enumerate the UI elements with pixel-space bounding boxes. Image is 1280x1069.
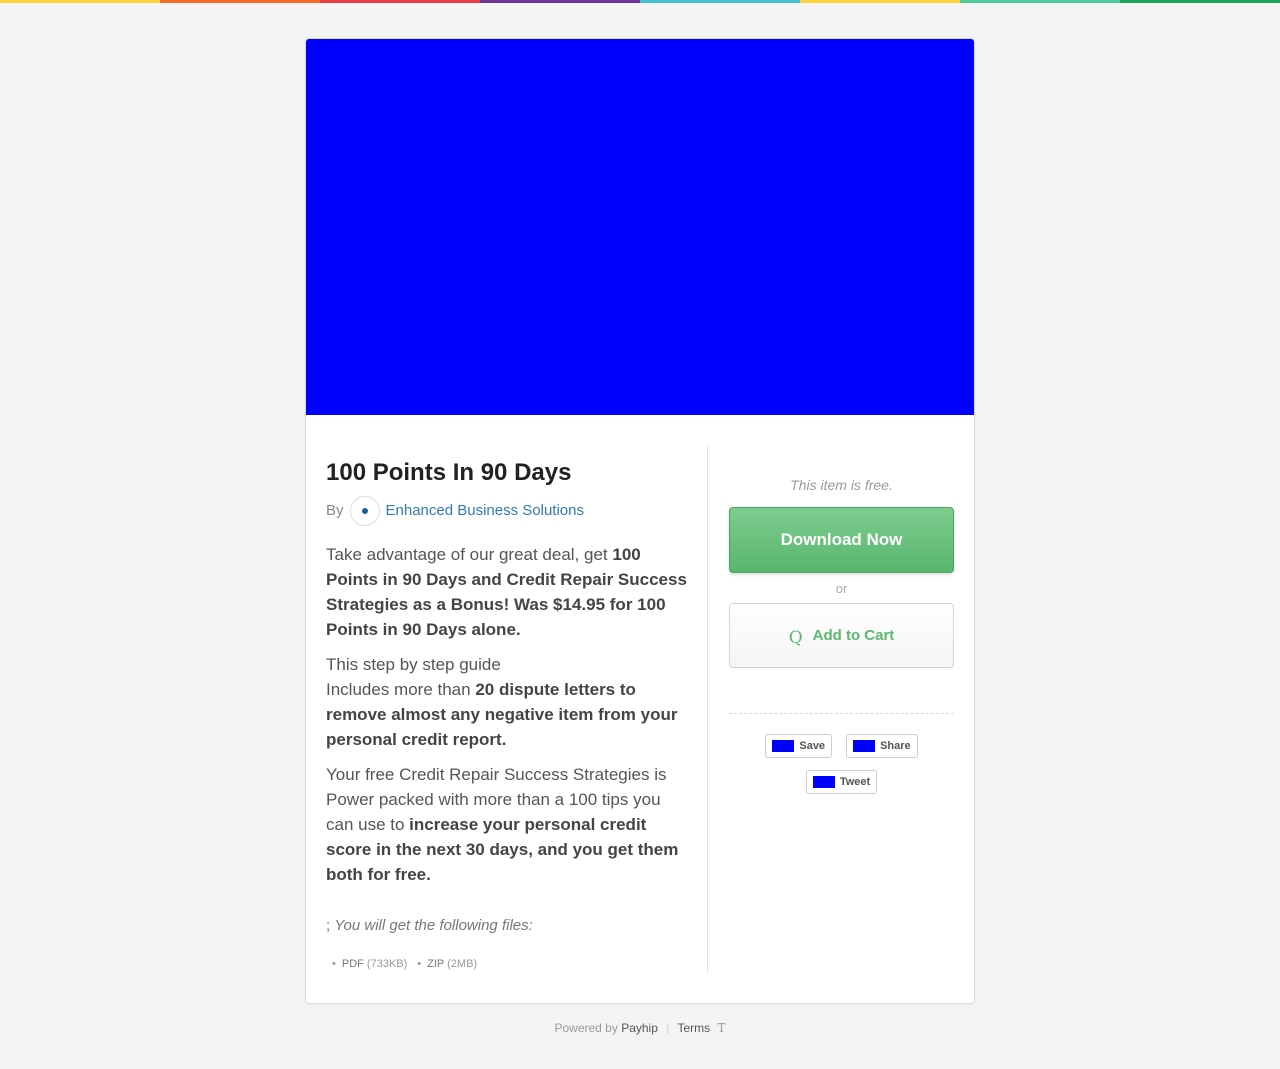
- color-strip-segment: [800, 0, 960, 3]
- description-paragraph: Your free Credit Repair Success Strategi…: [326, 762, 688, 887]
- social-buttons: Save Share Tweet: [729, 734, 954, 794]
- or-separator: or: [835, 581, 848, 596]
- files-intro-text: You will get the following files:: [334, 916, 533, 934]
- files-intro-prefix: ;: [326, 916, 331, 934]
- add-to-cart-button[interactable]: Q Add to Cart: [729, 603, 954, 668]
- footer-separator: |: [666, 1021, 670, 1035]
- byline: By Enhanced Business Solutions: [326, 495, 688, 526]
- file-list: • PDF (733KB) • ZIP (2MB): [326, 958, 688, 970]
- file-type: PDF: [341, 957, 364, 970]
- save-button[interactable]: Save: [765, 734, 833, 758]
- file-item: • PDF (733KB): [332, 957, 408, 970]
- file-size: (733KB): [366, 957, 408, 970]
- product-card: 100 Points In 90 Days By Enhanced Busine…: [305, 38, 975, 1004]
- seller-link[interactable]: Enhanced Business Solutions: [386, 502, 584, 519]
- file-size: (2MB): [447, 957, 478, 970]
- product-cover-image: [306, 39, 974, 415]
- product-details: 100 Points In 90 Days By Enhanced Busine…: [326, 459, 688, 970]
- product-title: 100 Points In 90 Days: [326, 459, 572, 486]
- top-color-strip: [0, 0, 1280, 3]
- tweet-icon: [812, 776, 835, 788]
- color-strip-segment: [640, 0, 800, 3]
- description-text: Includes more than: [326, 679, 476, 699]
- save-icon: [772, 740, 795, 752]
- description-text: This step by step guide: [326, 654, 501, 674]
- tweet-label: Tweet: [839, 776, 871, 788]
- share-label: Share: [880, 740, 911, 752]
- color-strip-segment: [960, 0, 1120, 3]
- terms-glyph-icon: T: [717, 1021, 726, 1035]
- description-paragraph: This step by step guide Includes more tha…: [326, 652, 688, 752]
- dashed-divider: [729, 713, 954, 714]
- purchase-sidebar: This item is free. Download Now or Q Add…: [729, 477, 954, 794]
- add-to-cart-label: Add to Cart: [812, 627, 895, 644]
- share-button[interactable]: Share: [846, 734, 918, 758]
- color-strip-segment: [160, 0, 320, 3]
- seller-logo-icon: [361, 507, 368, 514]
- tweet-button[interactable]: Tweet: [805, 770, 878, 794]
- save-label: Save: [799, 740, 826, 752]
- color-strip-segment: [0, 0, 160, 3]
- terms-link[interactable]: Terms: [677, 1021, 710, 1035]
- color-strip-segment: [1120, 0, 1280, 3]
- download-now-button[interactable]: Download Now: [729, 507, 954, 573]
- file-item: • ZIP (2MB): [417, 957, 478, 970]
- color-strip-segment: [480, 0, 640, 3]
- by-label: By: [326, 502, 344, 520]
- footer: Powered by Payhip | Terms T: [0, 1021, 1280, 1035]
- seller-avatar[interactable]: [349, 495, 380, 526]
- color-strip-segment: [320, 0, 480, 3]
- product-description: Take advantage of our great deal, get 10…: [326, 542, 688, 887]
- files-intro: ; You will get the following files:: [326, 917, 688, 934]
- free-note: This item is free.: [790, 477, 893, 493]
- file-type: ZIP: [427, 957, 445, 970]
- description-paragraph: Take advantage of our great deal, get 10…: [326, 542, 688, 642]
- description-text: Take advantage of our great deal, get: [326, 544, 613, 564]
- column-divider: [707, 446, 708, 972]
- cart-icon: Q: [788, 627, 803, 648]
- share-icon: [853, 740, 876, 752]
- payhip-link[interactable]: Payhip: [621, 1021, 658, 1035]
- powered-by-label: Powered by: [554, 1021, 618, 1035]
